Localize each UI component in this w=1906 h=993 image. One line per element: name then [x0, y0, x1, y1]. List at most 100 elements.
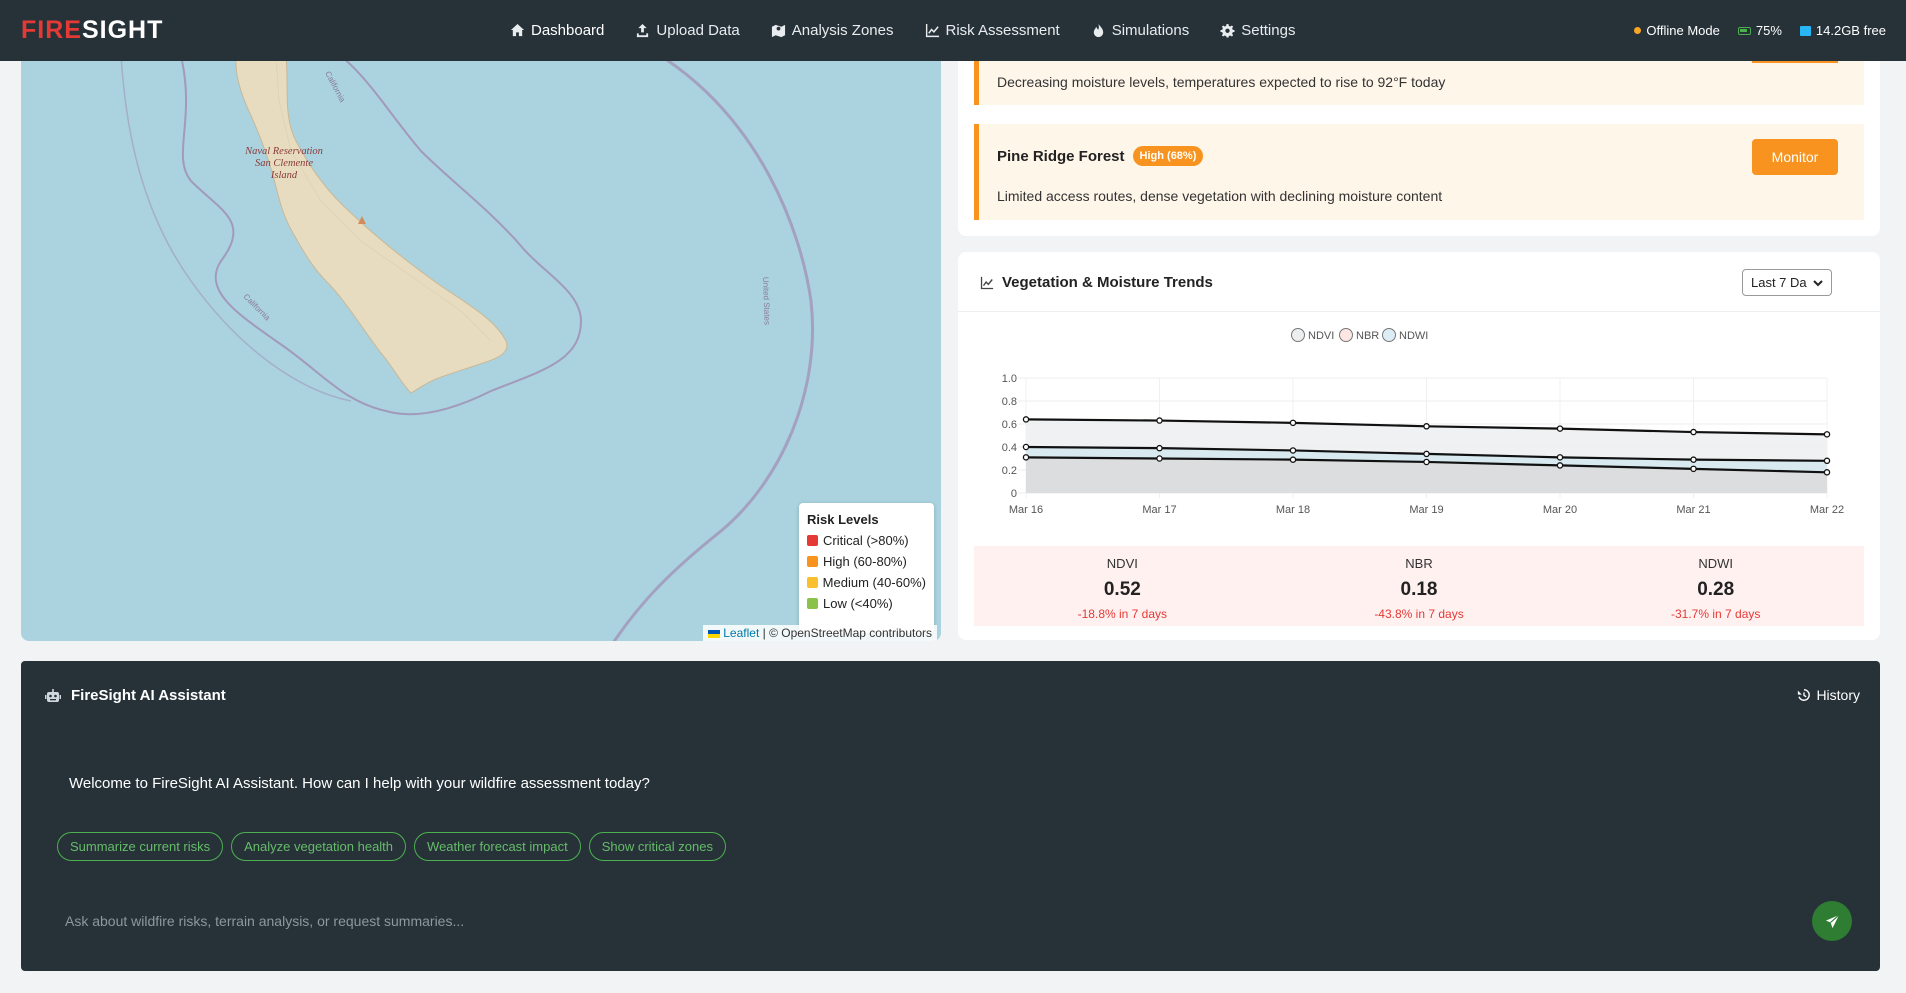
x-tick-label: Mar 22	[1810, 504, 1844, 516]
map-icon	[771, 24, 785, 38]
upload-icon	[637, 23, 649, 38]
alert-item-pine-ridge: Pine Ridge Forest High (68%) Monitor Lim…	[974, 124, 1864, 220]
alert-action-button-partial[interactable]	[1752, 61, 1838, 63]
risk-badge: High (68%)	[1132, 146, 1204, 166]
brand-sight-text: SIGHT	[81, 16, 164, 44]
metric-nbr-change: -43.8% in 7 days	[1374, 607, 1464, 621]
nav-upload-data-label: Upload Data	[656, 22, 740, 39]
chart-line-icon	[980, 276, 994, 289]
x-tick-label: Mar 21	[1676, 504, 1710, 516]
leaflet-link[interactable]: Leaflet	[723, 626, 759, 640]
point-ndvi	[1690, 428, 1697, 436]
time-range-value: Last 7 Da	[1751, 275, 1807, 290]
nav-simulations[interactable]: Simulations	[1091, 22, 1190, 39]
alert-partial-desc: Decreasing moisture levels, temperatures…	[997, 74, 1446, 90]
legend-medium-label: Medium (40-60%)	[822, 575, 926, 590]
offline-mode-indicator: Offline Mode	[1634, 23, 1720, 38]
assistant-welcome-message: Welcome to FireSight AI Assistant. How c…	[69, 775, 650, 792]
metric-ndwi: NDWI 0.28 -31.7% in 7 days	[1567, 546, 1864, 626]
nav-risk-assessment[interactable]: Risk Assessment	[925, 22, 1060, 39]
metric-ndwi-value: 0.28	[1697, 579, 1735, 600]
battery-icon	[1737, 26, 1751, 35]
nav-dashboard-label: Dashboard	[531, 22, 605, 39]
nav-settings[interactable]: Settings	[1220, 22, 1295, 39]
fire-icon	[1093, 23, 1103, 38]
battery-level: 75%	[1755, 23, 1782, 38]
metric-nbr: NBR 0.18 -43.8% in 7 days	[1271, 546, 1568, 626]
time-range-select[interactable]: Last 7 Da	[1742, 269, 1832, 296]
history-button[interactable]: History	[1797, 687, 1860, 703]
send-button[interactable]	[1812, 901, 1852, 941]
y-tick-label: 0.8	[1002, 396, 1017, 408]
border-label-california-top: California	[323, 70, 347, 105]
y-tick-label: 0.2	[1002, 465, 1017, 477]
main-nav: Dashboard Upload Data Analysis Zones Ris…	[510, 0, 1295, 61]
nav-upload-data[interactable]: Upload Data	[635, 22, 740, 39]
metric-ndvi-change: -18.8% in 7 days	[1077, 607, 1168, 621]
legend-title: Risk Levels	[807, 512, 879, 527]
map-place-label-3: Island	[270, 170, 298, 181]
point-ndvi	[1823, 431, 1831, 438]
nav-analysis-zones-label: Analysis Zones	[791, 22, 894, 39]
point-ndwi	[1289, 447, 1297, 454]
legend-swatch-ndvi	[1291, 328, 1305, 342]
point-ndwi	[1156, 444, 1163, 452]
nav-analysis-zones[interactable]: Analysis Zones	[771, 22, 894, 39]
trends-title: Vegetation & Moisture Trends	[980, 274, 1213, 291]
point-ndvi	[1156, 417, 1163, 424]
point-nbr	[1156, 455, 1163, 462]
map-place-label-2: San Clemente	[255, 158, 313, 169]
legend-swatch-ndwi	[1382, 328, 1396, 342]
assistant-title-text: FireSight AI Assistant	[71, 687, 226, 704]
storage-indicator: 14.2GB free	[1799, 23, 1886, 38]
x-tick-label: Mar 18	[1276, 504, 1310, 516]
chip-critical-zones[interactable]: Show critical zones	[588, 832, 726, 861]
metrics-summary: NDVI 0.52 -18.8% in 7 days NBR 0.18 -43.…	[974, 546, 1864, 626]
point-ndvi	[1022, 416, 1030, 423]
battery-indicator: 75%	[1737, 23, 1782, 38]
metric-nbr-label: NBR	[1405, 556, 1433, 571]
brand-fire-text: FIRE	[21, 16, 82, 44]
point-nbr	[1289, 456, 1297, 463]
metric-ndvi: NDVI 0.52 -18.8% in 7 days	[974, 546, 1271, 626]
alert-zone-name-text: Pine Ridge Forest	[997, 147, 1125, 165]
x-tick-label: Mar 19	[1409, 504, 1443, 516]
nav-simulations-label: Simulations	[1111, 22, 1190, 39]
chip-weather-impact[interactable]: Weather forecast impact	[414, 832, 581, 861]
osm-attribution-text: | © OpenStreetMap contributors	[762, 626, 932, 640]
point-ndwi	[1823, 457, 1831, 465]
legend-label-ndvi: NDVI	[1308, 330, 1334, 342]
ai-assistant-panel: FireSight AI Assistant History Welcome t…	[21, 661, 1880, 971]
map-place-label-1: Naval Reservation	[244, 146, 323, 157]
critical-swatch	[807, 535, 818, 546]
storage-icon	[1799, 25, 1811, 36]
legend-label-ndwi: NDWI	[1399, 330, 1428, 342]
metric-ndvi-value: 0.52	[1103, 579, 1141, 600]
alert-zone-name: Pine Ridge Forest High (68%)	[997, 146, 1204, 166]
map-attribution: Leaflet | © OpenStreetMap contributors	[703, 625, 937, 641]
vegetation-trends-card: Vegetation & Moisture Trends Last 7 Da N…	[958, 252, 1880, 640]
chip-analyze-vegetation[interactable]: Analyze vegetation health	[231, 832, 407, 861]
nav-dashboard[interactable]: Dashboard	[510, 22, 604, 39]
point-ndwi	[1423, 450, 1430, 458]
brand-logo[interactable]: FIRESIGHT	[21, 16, 163, 45]
metric-ndwi-change: -31.7% in 7 days	[1670, 607, 1761, 621]
point-ndvi	[1423, 423, 1430, 430]
chip-summarize-risks[interactable]: Summarize current risks	[57, 832, 224, 861]
y-tick-label: 1.0	[1002, 373, 1017, 385]
metric-ndwi-label: NDWI	[1698, 556, 1734, 571]
metric-ndvi-label: NDVI	[1106, 556, 1138, 571]
point-nbr	[1022, 454, 1030, 461]
y-tick-label: 0.4	[1002, 442, 1017, 454]
point-ndwi	[1556, 454, 1564, 461]
monitor-button[interactable]: Monitor	[1752, 139, 1838, 175]
risk-map[interactable]: Naval Reservation San Clemente Island Ca…	[21, 61, 941, 641]
point-ndvi	[1556, 425, 1564, 432]
status-dot-icon	[1634, 27, 1642, 34]
y-tick-label: 0	[1011, 488, 1017, 500]
point-nbr	[1556, 462, 1564, 469]
assistant-query-input[interactable]	[45, 896, 1785, 946]
point-nbr	[1823, 469, 1831, 476]
robot-icon	[45, 688, 61, 702]
legend-critical-label: Critical (>80%)	[823, 533, 909, 548]
